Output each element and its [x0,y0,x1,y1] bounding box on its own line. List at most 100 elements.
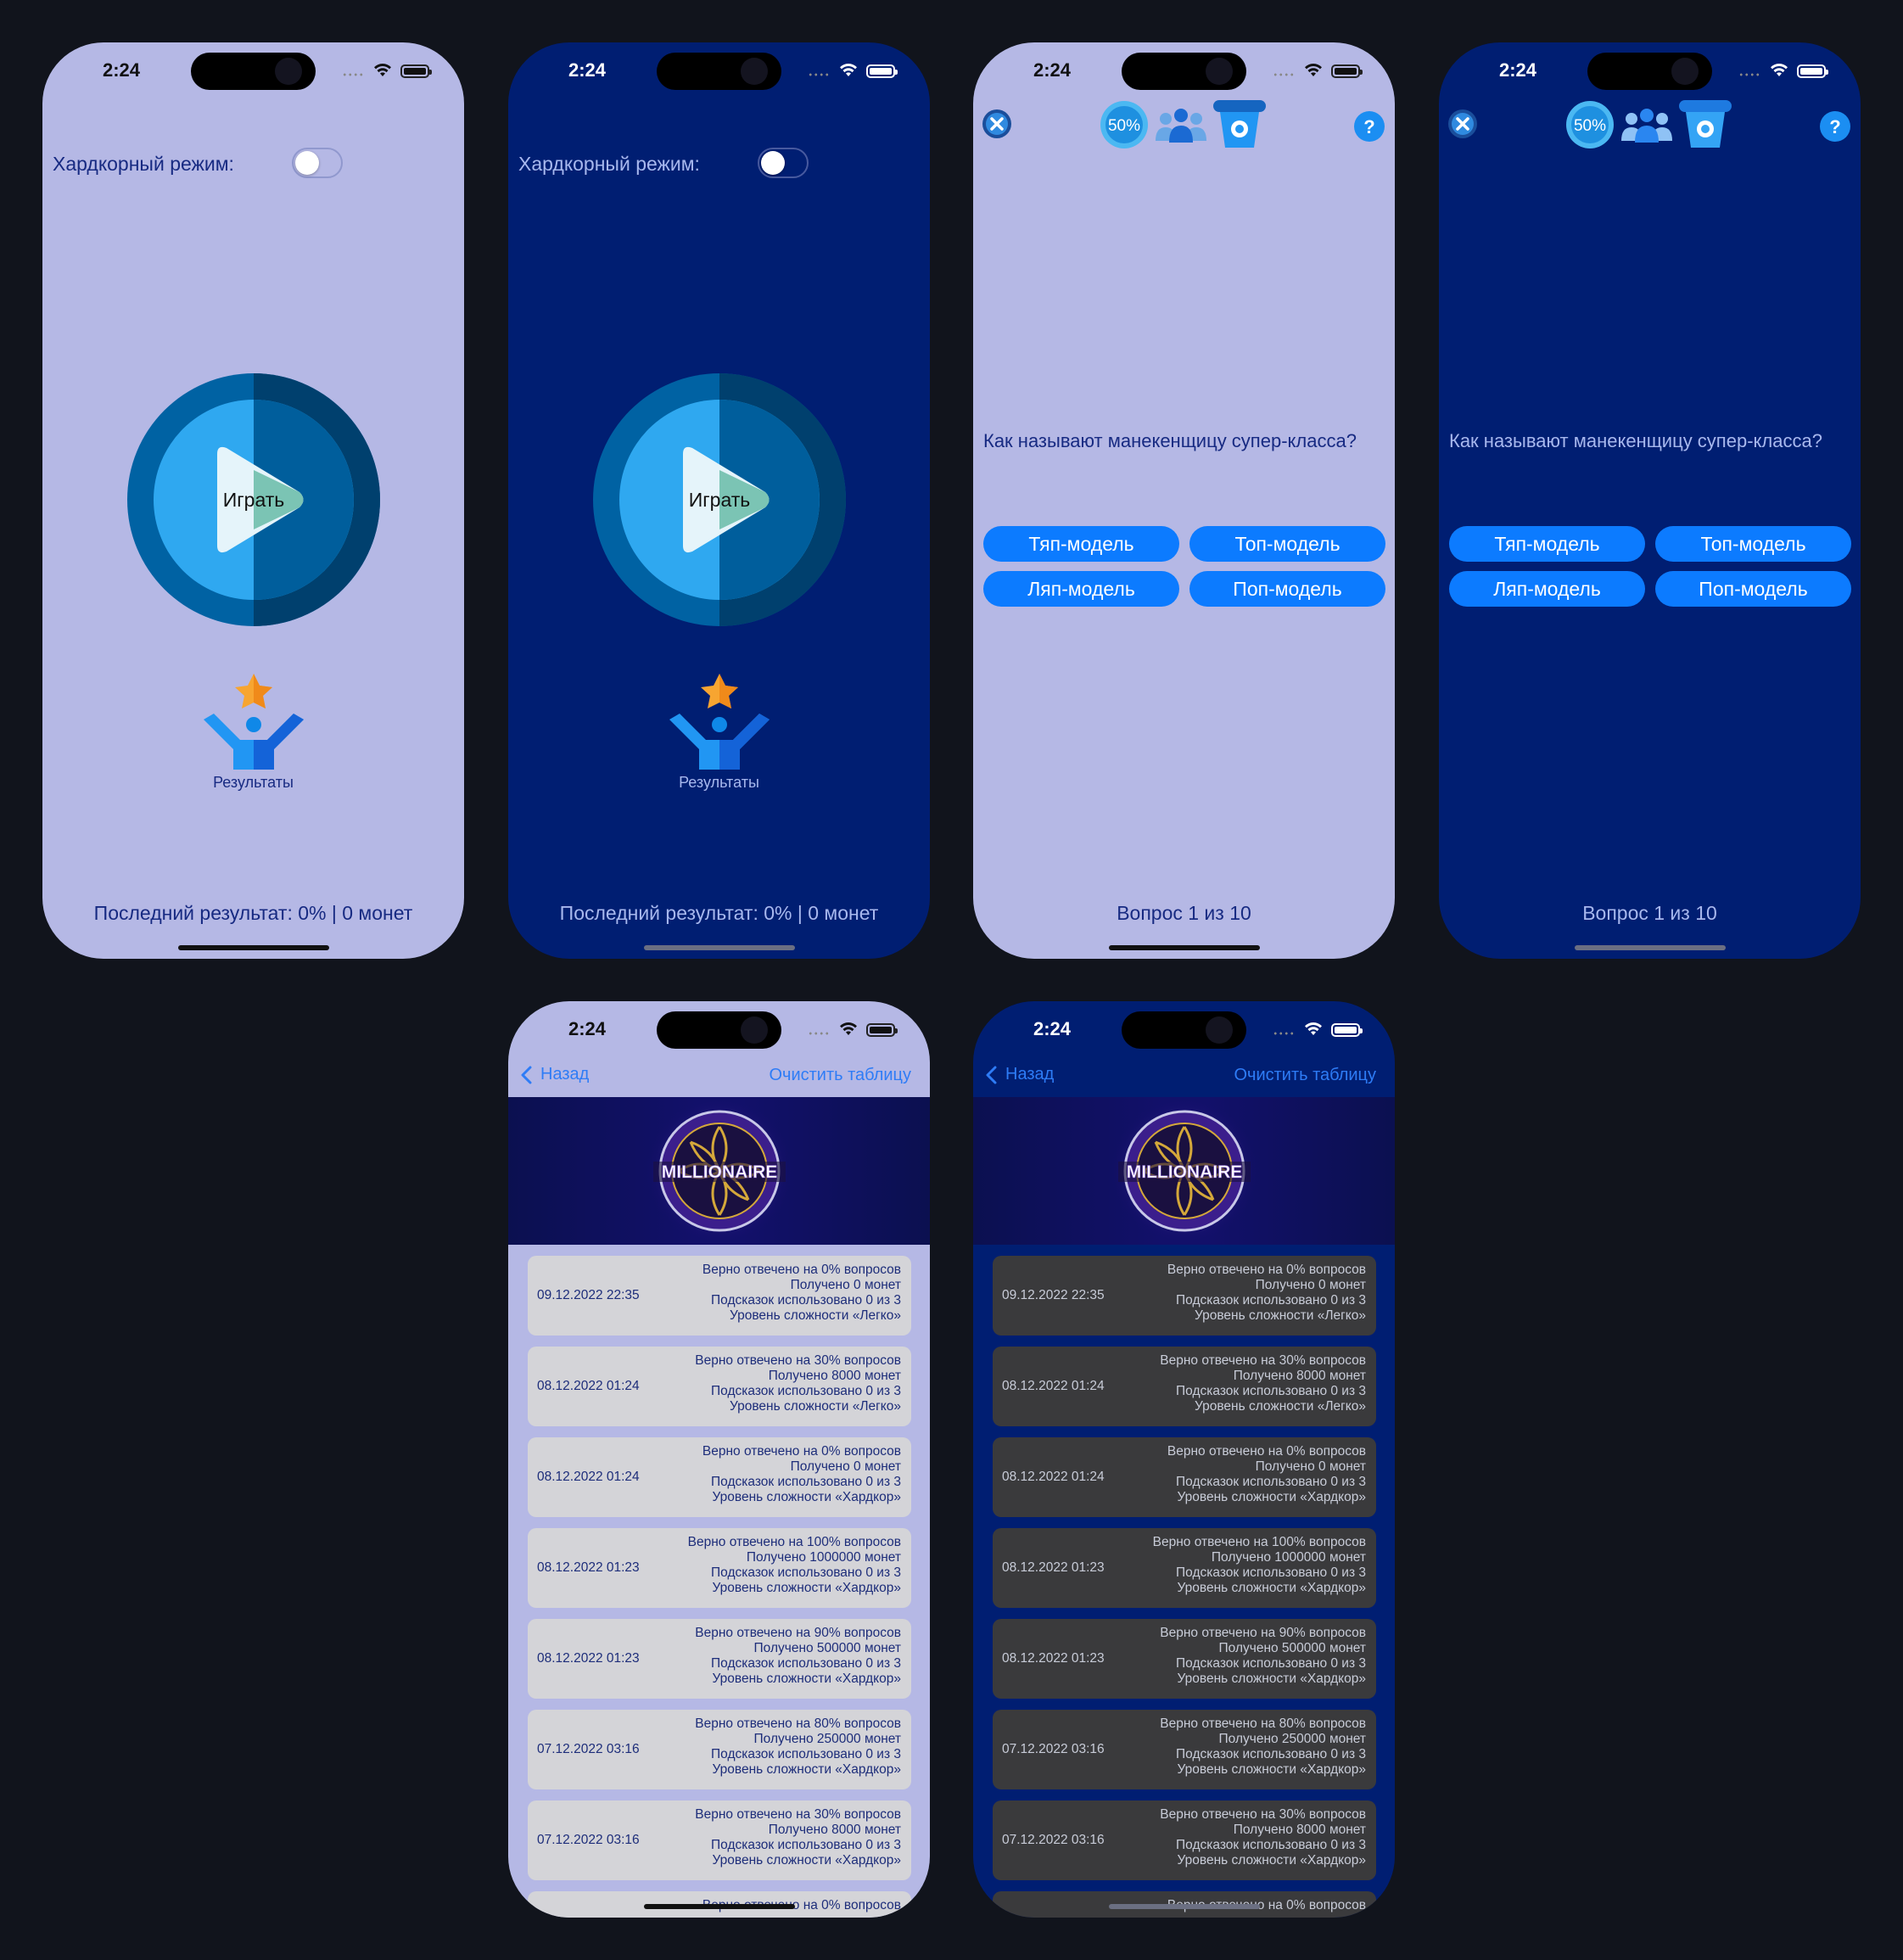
result-row[interactable]: 09.12.2022 22:35 Верно отвечено на 0% во… [993,1256,1376,1336]
result-row[interactable]: 08.12.2022 01:24 Верно отвечено на 30% в… [528,1347,911,1426]
result-coins: Получено 250000 монет [1218,1732,1366,1746]
home-indicator[interactable] [1109,945,1260,950]
answer-button-d[interactable]: Поп-модель [1655,571,1851,607]
result-info: Верно отвечено на 30% вопросов Получено … [695,1353,901,1414]
close-icon[interactable] [982,109,1012,139]
start-screen-dark: 2:24 Хардкорный режим: Играть Результаты… [508,42,930,959]
result-row[interactable]: 08.12.2022 01:23 Верно отвечено на 90% в… [528,1619,911,1699]
help-icon[interactable]: ? [1819,110,1851,143]
result-date: 07.12.2022 03:16 [537,1833,640,1847]
home-indicator[interactable] [178,945,329,950]
hardcore-mode-toggle[interactable] [758,148,809,178]
result-row[interactable]: 08.12.2022 01:24 Верно отвечено на 0% во… [993,1437,1376,1517]
battery-icon [1331,64,1363,78]
result-coins: Получено 0 монет [790,1459,901,1474]
result-date: 07.12.2022 03:16 [1002,1833,1105,1847]
chevron-left-icon [986,1066,997,1084]
result-correct: Верно отвечено на 30% вопросов [1160,1353,1366,1368]
result-row[interactable]: 07.12.2022 03:16 Верно отвечено на 30% в… [993,1800,1376,1880]
play-label: Играть [688,489,751,511]
result-difficulty: Уровень сложности «Хардкор» [1177,1672,1367,1686]
result-info: Верно отвечено на 0% вопросов Получено 0… [702,1263,901,1324]
status-bar: 2:24 [973,1001,1395,1069]
phone-icon[interactable] [1679,100,1732,148]
back-label: Назад [540,1065,590,1084]
status-time: 2:24 [103,59,141,81]
battery-icon [1331,1023,1363,1037]
question-progress: Вопрос 1 из 10 [1117,902,1251,924]
dynamic-island [1122,53,1246,90]
result-hints: Подсказок использовано 0 из 3 [1176,1747,1366,1761]
result-difficulty: Уровень сложности «Легко» [729,1399,901,1414]
result-correct: Верно отвечено на 90% вопросов [695,1626,901,1640]
status-bar: 2:24 [973,42,1395,110]
result-row[interactable]: 08.12.2022 01:23 Верно отвечено на 90% в… [993,1619,1376,1699]
answer-button-c[interactable]: Ляп-модель [983,571,1179,607]
answer-button-b[interactable]: Топ-модель [1655,526,1851,562]
result-correct: Верно отвечено на 0% вопросов [702,1444,901,1459]
battery-icon [1797,64,1828,78]
result-difficulty: Уровень сложности «Хардкор» [1177,1490,1367,1504]
home-indicator[interactable] [1575,945,1726,950]
phone-icon[interactable] [1213,100,1266,148]
answer-button-a[interactable]: Тяп-модель [983,526,1179,562]
result-info: Верно отвечено на 90% вопросов Получено … [695,1626,901,1687]
fifty-fifty-icon[interactable]: 50% [1565,100,1615,149]
result-info: Верно отвечено на 30% вопросов Получено … [695,1807,901,1868]
result-correct: Верно отвечено на 0% вопросов [702,1263,901,1277]
start-screen-light: 2:24 Хардкорный режим: Играть Результаты… [42,42,464,959]
dynamic-island [1587,53,1712,90]
home-indicator[interactable] [644,1904,795,1909]
answer-button-d[interactable]: Поп-модель [1189,571,1385,607]
help-icon[interactable]: ? [1353,110,1385,143]
result-hints: Подсказок использовано 0 из 3 [711,1384,901,1398]
answer-button-a[interactable]: Тяп-модель [1449,526,1645,562]
result-info: Верно отвечено на 0% вопросов Получено 0… [702,1444,901,1505]
status-bar: 2:24 [42,42,464,110]
home-indicator[interactable] [644,945,795,950]
result-row[interactable]: 07.12.2022 03:16 Верно отвечено на 80% в… [528,1710,911,1789]
play-label: Играть [222,489,285,511]
result-info: Верно отвечено на 0% вопросов Получено 0… [1167,1444,1366,1505]
result-coins: Получено 8000 монет [1233,1369,1366,1383]
results-person-star-icon[interactable] [202,670,305,774]
wifi-icon [840,1022,857,1035]
answer-button-c[interactable]: Ляп-модель [1449,571,1645,607]
result-date: 08.12.2022 01:23 [1002,1560,1105,1575]
home-indicator[interactable] [1109,1904,1260,1909]
results-person-star-icon[interactable] [668,670,771,774]
back-button[interactable]: Назад [985,1065,1054,1084]
hardcore-mode-toggle[interactable] [292,148,343,178]
result-hints: Подсказок использовано 0 из 3 [711,1838,901,1852]
result-info: Верно отвечено на 100% вопросов Получено… [688,1535,901,1596]
clear-table-button[interactable]: Очистить таблицу [769,1066,911,1085]
svg-text:?: ? [1829,116,1840,137]
results-screen-light: 2:24 Назад Очистить таблицу MILLIONAIRE [508,1001,930,1918]
clear-table-button[interactable]: Очистить таблицу [1234,1066,1376,1085]
result-date: 09.12.2022 22:35 [537,1288,640,1302]
result-date: 08.12.2022 01:24 [537,1379,640,1393]
result-difficulty: Уровень сложности «Хардкор» [712,1672,902,1686]
result-difficulty: Уровень сложности «Хардкор» [712,1853,902,1868]
dynamic-island [657,53,781,90]
close-icon[interactable] [1447,109,1478,139]
banner: MILLIONAIRE [973,1097,1395,1245]
result-date: 08.12.2022 01:24 [1002,1379,1105,1393]
result-row[interactable]: 08.12.2022 01:23 Верно отвечено на 100% … [528,1528,911,1608]
signal-icon [342,73,364,76]
audience-icon[interactable] [1156,107,1206,144]
result-row[interactable]: 08.12.2022 01:24 Верно отвечено на 0% во… [528,1437,911,1517]
result-coins: Получено 8000 монет [1233,1823,1366,1837]
result-row[interactable]: 08.12.2022 01:23 Верно отвечено на 100% … [993,1528,1376,1608]
answer-button-b[interactable]: Топ-модель [1189,526,1385,562]
results-label[interactable]: Результаты [42,774,464,792]
result-row[interactable]: 09.12.2022 22:35 Верно отвечено на 0% во… [528,1256,911,1336]
result-row[interactable]: 08.12.2022 01:24 Верно отвечено на 30% в… [993,1347,1376,1426]
fifty-fifty-icon[interactable]: 50% [1100,100,1149,149]
back-button[interactable]: Назад [520,1065,589,1084]
results-label[interactable]: Результаты [508,774,930,792]
result-row[interactable]: 07.12.2022 03:16 Верно отвечено на 30% в… [528,1800,911,1880]
audience-icon[interactable] [1621,107,1672,144]
result-info: Верно отвечено на 30% вопросов Получено … [1160,1353,1366,1414]
result-row[interactable]: 07.12.2022 03:16 Верно отвечено на 80% в… [993,1710,1376,1789]
